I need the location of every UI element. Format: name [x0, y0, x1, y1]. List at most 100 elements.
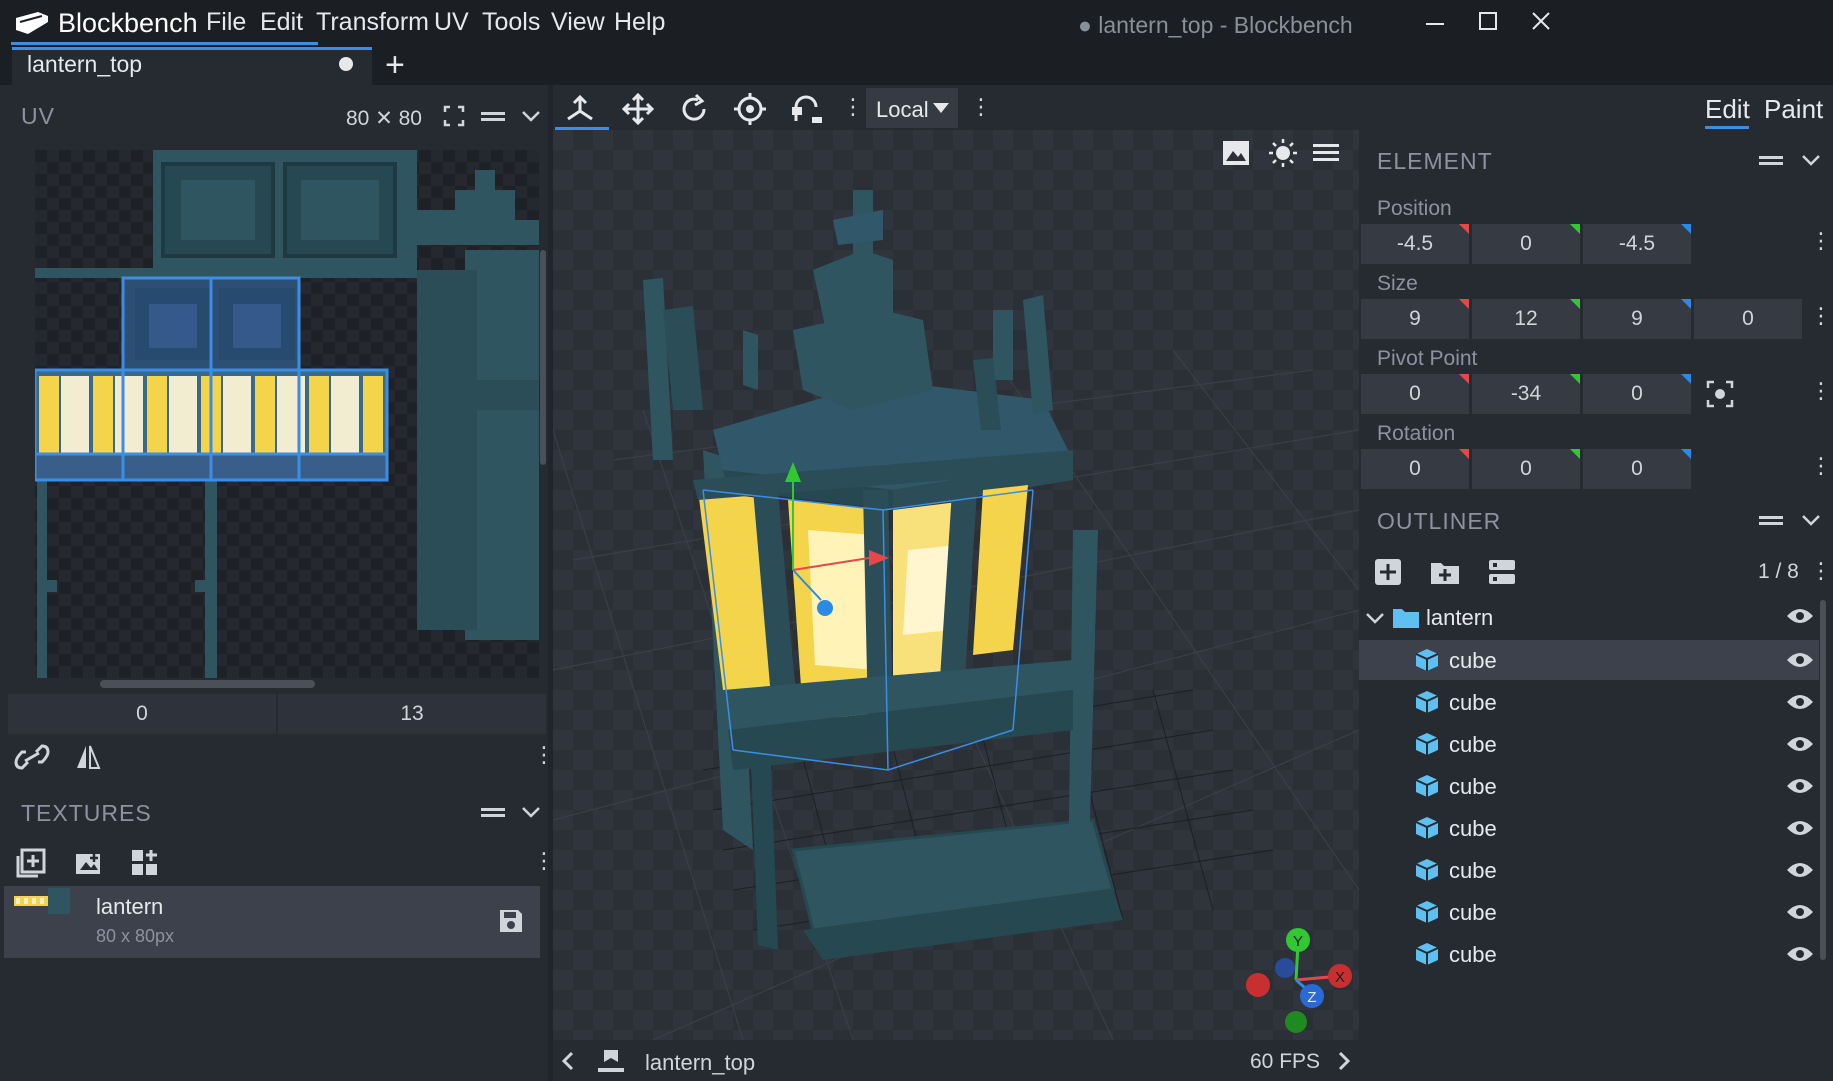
menu-transform[interactable]: Transform	[316, 8, 429, 37]
chevron-down-icon[interactable]	[1800, 150, 1822, 170]
uv-horizontal-scrollbar[interactable]	[100, 680, 315, 688]
position-label: Position	[1377, 197, 1452, 221]
position-x-input[interactable]: -4.5	[1361, 224, 1469, 264]
visibility-eye-icon[interactable]	[1786, 944, 1814, 964]
close-window-button[interactable]	[1521, 4, 1561, 42]
chevron-down-icon[interactable]	[520, 106, 542, 126]
maximize-button[interactable]	[1468, 4, 1508, 42]
visibility-eye-icon[interactable]	[1786, 606, 1814, 626]
rotation-y-input[interactable]: 0	[1472, 449, 1580, 489]
new-tab-button[interactable]: +	[385, 46, 405, 85]
move-tool-icon[interactable]	[564, 93, 596, 123]
create-texture-icon[interactable]	[74, 850, 104, 878]
outliner-more-icon[interactable]: ⋮	[1810, 558, 1832, 584]
outliner-item-cube[interactable]: cube	[1359, 850, 1819, 890]
drag-handle-icon[interactable]	[1758, 508, 1784, 532]
import-texture-icon[interactable]	[16, 848, 46, 878]
vertex-snap-icon[interactable]	[790, 93, 824, 125]
uv-more-icon[interactable]: ⋮	[533, 742, 555, 768]
unsaved-indicator[interactable]	[339, 57, 353, 71]
mirror-icon[interactable]	[75, 742, 101, 772]
uv-vertical-scrollbar[interactable]	[540, 250, 546, 465]
add-cube-icon[interactable]	[1374, 558, 1402, 586]
uv-editor-canvas[interactable]	[35, 150, 539, 678]
textures-panel-title: TEXTURES	[21, 800, 152, 827]
outliner-scrollbar[interactable]	[1820, 600, 1826, 960]
fullscreen-icon[interactable]	[442, 104, 466, 128]
menu-file[interactable]: File	[206, 8, 246, 37]
chevron-down-icon[interactable]	[520, 802, 542, 822]
pivot-x-input[interactable]: 0	[1361, 374, 1469, 414]
outliner-item-cube[interactable]: cube	[1359, 892, 1819, 932]
outliner-panel-title: OUTLINER	[1377, 508, 1501, 535]
drag-handle-icon[interactable]	[1758, 148, 1784, 172]
center-pivot-icon[interactable]	[1706, 380, 1734, 408]
menu-view[interactable]: View	[551, 8, 605, 37]
outliner-item-cube[interactable]: cube	[1359, 682, 1819, 722]
cube-name: cube	[1449, 900, 1497, 926]
chevron-right-icon[interactable]	[1334, 1050, 1354, 1072]
outliner-item-cube[interactable]: cube	[1359, 808, 1819, 848]
visibility-eye-icon[interactable]	[1786, 776, 1814, 796]
texture-item-lantern[interactable]	[4, 886, 540, 958]
textures-more-icon[interactable]: ⋮	[533, 848, 555, 874]
minimize-button[interactable]	[1415, 4, 1455, 42]
pivot-z-input[interactable]: 0	[1583, 374, 1691, 414]
menu-uv[interactable]: UV	[434, 8, 469, 37]
rotation-z-input[interactable]: 0	[1583, 449, 1691, 489]
mode-paint[interactable]: Paint	[1764, 94, 1823, 125]
visibility-eye-icon[interactable]	[1786, 818, 1814, 838]
viewport-menu-icon[interactable]	[1312, 142, 1340, 164]
rotation-x-input[interactable]: 0	[1361, 449, 1469, 489]
translate-tool-icon[interactable]	[622, 93, 654, 125]
size-y-input[interactable]: 12	[1472, 299, 1580, 339]
rotate-tool-icon[interactable]	[678, 93, 710, 125]
texture-atlas-icon[interactable]	[130, 848, 160, 878]
size-z-input[interactable]: 9	[1583, 299, 1691, 339]
visibility-eye-icon[interactable]	[1786, 650, 1814, 670]
pivot-more-icon[interactable]: ⋮	[1810, 378, 1832, 404]
visibility-eye-icon[interactable]	[1786, 734, 1814, 754]
visibility-eye-icon[interactable]	[1786, 692, 1814, 712]
size-more-icon[interactable]: ⋮	[1810, 303, 1832, 329]
uv-field-b[interactable]: 13	[278, 694, 546, 734]
chevron-left-icon[interactable]	[558, 1050, 578, 1072]
menu-tools[interactable]: Tools	[482, 8, 540, 37]
chevron-down-icon[interactable]	[1364, 608, 1386, 628]
tools-more-icon[interactable]: ⋮	[842, 94, 864, 120]
position-more-icon[interactable]: ⋮	[1810, 228, 1832, 254]
menu-edit[interactable]: Edit	[260, 8, 303, 37]
drag-handle-icon[interactable]	[480, 800, 506, 824]
visibility-eye-icon[interactable]	[1786, 902, 1814, 922]
uv-field-a[interactable]: 0	[8, 694, 276, 734]
pivot-tool-icon[interactable]	[734, 93, 766, 125]
pivot-y-input[interactable]: -34	[1472, 374, 1580, 414]
screenshot-icon[interactable]	[1222, 140, 1250, 166]
size-x-input[interactable]: 9	[1361, 299, 1469, 339]
position-y-input[interactable]: 0	[1472, 224, 1580, 264]
active-mode-indicator	[1705, 126, 1749, 129]
cube-icon	[1415, 942, 1439, 966]
chevron-down-icon[interactable]	[1800, 510, 1822, 530]
inflate-input[interactable]: 0	[1694, 299, 1802, 339]
outliner-item-cube[interactable]: cube	[1359, 766, 1819, 806]
outliner-item-cube[interactable]: cube	[1359, 934, 1819, 974]
cube-name: cube	[1449, 942, 1497, 968]
toolbar-more-icon[interactable]: ⋮	[970, 94, 992, 120]
3d-viewport[interactable]	[553, 130, 1359, 1040]
drag-handle-icon[interactable]	[480, 104, 506, 128]
outliner-item-cube[interactable]: cube	[1359, 640, 1819, 680]
sort-outliner-icon[interactable]	[1488, 558, 1516, 586]
app-logo[interactable]: Blockbench	[14, 6, 198, 40]
link-icon[interactable]	[14, 742, 50, 772]
visibility-eye-icon[interactable]	[1786, 860, 1814, 880]
save-texture-icon[interactable]	[498, 908, 524, 934]
outliner-item-cube[interactable]: cube	[1359, 724, 1819, 764]
rotation-more-icon[interactable]: ⋮	[1810, 453, 1832, 479]
position-z-input[interactable]: -4.5	[1583, 224, 1691, 264]
orientation-gizmo[interactable]: Y X Z	[1240, 922, 1360, 1038]
lighting-icon[interactable]	[1268, 138, 1298, 168]
add-group-icon[interactable]	[1430, 558, 1460, 586]
menu-help[interactable]: Help	[614, 8, 665, 37]
mode-edit[interactable]: Edit	[1705, 94, 1750, 125]
